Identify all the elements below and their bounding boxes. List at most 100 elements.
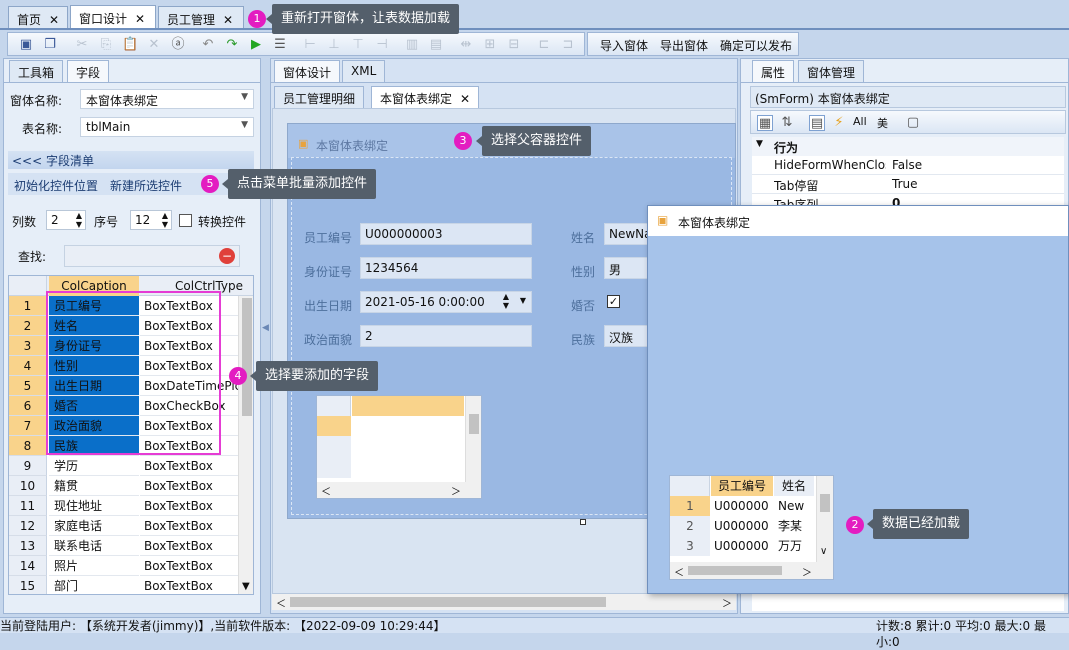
id-field[interactable]: 1234564 [360, 257, 532, 279]
scroll-thumb[interactable] [242, 298, 252, 416]
row-number[interactable]: 3 [670, 536, 710, 556]
send-back-icon[interactable]: ⊐ [560, 37, 576, 53]
table-row[interactable]: 12 家庭电话 BoxTextBox [9, 516, 253, 536]
cell-caption[interactable]: 学历 [49, 456, 139, 476]
alphabetical-icon[interactable]: ⇅ [779, 115, 795, 131]
row-number[interactable]: 5 [9, 376, 47, 396]
delete-icon[interactable]: ✕ [146, 37, 162, 53]
table-row[interactable]: 9 学历 BoxTextBox [9, 456, 253, 476]
grid-icon[interactable]: ⊟ [506, 37, 522, 53]
import-form-button[interactable]: 导入窗体 [600, 37, 648, 54]
cn-button[interactable]: 美 [877, 115, 888, 131]
row-number[interactable]: 3 [9, 336, 47, 356]
collapse-icon[interactable]: ▼ [756, 139, 763, 149]
row-number[interactable]: 10 [9, 476, 47, 496]
tab-form-manage[interactable]: 窗体管理 [798, 60, 865, 82]
table-row[interactable]: 13 联系电话 BoxTextBox [9, 536, 253, 556]
scroll-left-icon[interactable]: ＜ [321, 483, 331, 498]
all-button[interactable]: All [853, 115, 867, 128]
grid-hscrollbar[interactable]: ＜＞ [317, 482, 481, 498]
doc-tab-home[interactable]: 首页 ✕ [8, 6, 68, 28]
align-right-icon[interactable]: ⊣ [374, 37, 390, 53]
field-list-header[interactable]: <<< 字段清单 [8, 151, 254, 169]
table-row[interactable]: 10 籍贯 BoxTextBox [9, 476, 253, 496]
close-icon[interactable]: ✕ [460, 92, 470, 106]
stepper-arrows-icon[interactable]: ▲ ▼ [76, 211, 82, 229]
runtime-datagrid[interactable]: 员工编号 姓名 1 U000000 New 2 U000000 李某 3 U000000 万万 … [669, 475, 834, 580]
tab-toolbox[interactable]: 工具箱 [9, 60, 64, 82]
grid-scrollbar[interactable]: ▼ [238, 296, 253, 594]
prop-row[interactable]: HideFormWhenClos False [752, 156, 1064, 175]
init-positions-button[interactable]: 初始化控件位置 [14, 177, 98, 194]
grid-col-name[interactable]: 姓名 [774, 476, 814, 496]
scroll-right-icon[interactable]: ＞ [802, 564, 812, 579]
row-number[interactable]: 2 [670, 516, 710, 536]
same-height-icon[interactable]: ▤ [428, 37, 444, 53]
grid-hscrollbar[interactable]: ＜＞ [670, 562, 833, 579]
cell-name[interactable]: New [778, 496, 816, 516]
same-width-icon[interactable]: ▥ [404, 37, 420, 53]
order-stepper[interactable]: 12 ▲ ▼ [130, 210, 172, 230]
text-icon[interactable]: ⓐ [170, 37, 186, 53]
align-center-icon[interactable]: ⊥ [326, 37, 342, 53]
clear-search-icon[interactable]: − [219, 248, 235, 264]
scroll-left-icon[interactable]: ＜ [276, 595, 286, 610]
birth-datepicker[interactable]: 2021-05-16 0:00:00 ▲ ▼ ▼ [360, 291, 532, 313]
row-number[interactable]: 13 [9, 536, 47, 556]
form-name-select[interactable]: 本窗体表绑定 ▼ [80, 89, 254, 109]
cell-caption[interactable]: 照片 [49, 556, 139, 576]
redo-icon[interactable]: ↷ [224, 37, 240, 53]
cell-name[interactable]: 万万 [778, 536, 816, 556]
subtab-employee-detail[interactable]: 员工管理明细 [274, 86, 365, 108]
table-row[interactable]: 2 U000000 李某 [670, 516, 833, 536]
cell-caption[interactable]: 联系电话 [49, 536, 139, 556]
scroll-down-icon[interactable]: ∨ [820, 546, 827, 557]
properties-icon[interactable]: ▤ [809, 115, 825, 131]
grid-col-emp-no[interactable]: 员工编号 [711, 476, 773, 496]
row-number[interactable]: 1 [9, 296, 47, 316]
doc-tab-employee[interactable]: 员工管理 ✕ [158, 6, 244, 28]
collapse-arrow-icon[interactable]: ◀ [262, 323, 269, 335]
stepper-arrows-icon[interactable]: ▲ ▼ [162, 211, 168, 229]
table-row[interactable]: 1 U000000 New [670, 496, 833, 516]
political-field[interactable]: 2 [360, 325, 532, 347]
row-number[interactable]: 12 [9, 516, 47, 536]
prop-row[interactable]: Tab停留 True [752, 175, 1064, 194]
tab-xml[interactable]: XML [342, 60, 386, 82]
scroll-left-icon[interactable]: ＜ [674, 564, 684, 579]
chevron-down-icon[interactable]: ▼ [520, 296, 526, 305]
emp-no-field[interactable]: U000000003 [360, 223, 532, 245]
cell-ctrltype[interactable]: BoxTextBox [140, 516, 247, 536]
cell-emp-no[interactable]: U000000 [714, 536, 774, 556]
undo-icon[interactable]: ↶ [200, 37, 216, 53]
tab-form-design[interactable]: 窗体设计 [274, 60, 341, 82]
search-input[interactable] [64, 245, 240, 267]
married-checkbox[interactable]: ✓ [607, 295, 620, 308]
cell-ctrltype[interactable]: BoxTextBox [140, 556, 247, 576]
table-row[interactable]: 11 现住地址 BoxTextBox [9, 496, 253, 516]
export-form-button[interactable]: 导出窗体 [660, 37, 708, 54]
stepper-arrows-icon[interactable]: ▲ ▼ [503, 292, 509, 310]
grid-scrollbar[interactable]: ∨ [816, 476, 833, 562]
cell-caption[interactable]: 家庭电话 [49, 516, 139, 536]
new-controls-button[interactable]: 新建所选控件 [110, 177, 182, 194]
row-number[interactable]: 2 [9, 316, 47, 336]
scroll-down-icon[interactable]: ▼ [242, 581, 250, 592]
pages-icon[interactable]: ▢ [905, 115, 921, 131]
table-row[interactable]: 3 U000000 万万 [670, 536, 833, 556]
center-v-icon[interactable]: ⊞ [482, 37, 498, 53]
table-row[interactable]: 14 照片 BoxTextBox [9, 556, 253, 576]
splitter[interactable] [262, 58, 270, 614]
close-icon[interactable]: ✕ [223, 13, 233, 27]
doc-tab-window-design[interactable]: 窗口设计 ✕ [70, 5, 156, 29]
save-all-icon[interactable]: ❐ [42, 37, 58, 53]
resize-handle[interactable] [580, 519, 586, 525]
scroll-thumb[interactable] [290, 597, 606, 607]
categorized-icon[interactable]: ▦ [757, 115, 773, 131]
center-h-icon[interactable]: ⇹ [458, 37, 474, 53]
save-icon[interactable]: ▣ [18, 37, 34, 53]
tab-fields[interactable]: 字段 [67, 60, 110, 82]
convert-checkbox[interactable] [179, 214, 192, 227]
scroll-thumb[interactable] [688, 566, 782, 575]
align-left-icon[interactable]: ⊢ [302, 37, 318, 53]
